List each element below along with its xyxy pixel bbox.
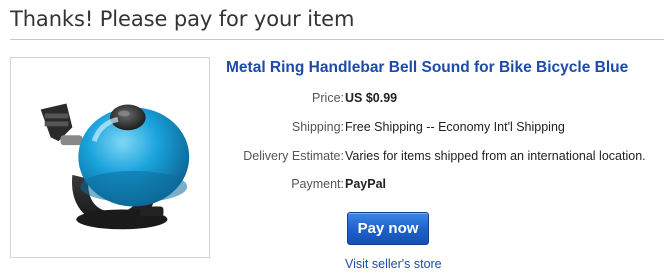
page-title: Thanks! Please pay for your item: [10, 7, 355, 31]
item-title-link[interactable]: Metal Ring Handlebar Bell Sound for Bike…: [226, 59, 628, 77]
payment-value: PayPal: [345, 177, 387, 191]
product-image[interactable]: [10, 57, 210, 258]
delivery-estimate-row: Delivery Estimate: Varies for items ship…: [212, 149, 664, 167]
price-value: US $0.99: [345, 91, 398, 105]
shipping-value: Free Shipping -- Economy Int'l Shipping: [345, 120, 565, 134]
shipping-row: Shipping: Free Shipping -- Economy Int'l…: [212, 120, 664, 138]
price-row: Price: US $0.99: [212, 91, 664, 109]
pay-now-button[interactable]: Pay now: [347, 212, 429, 245]
visit-seller-store-link[interactable]: Visit seller's store: [345, 257, 442, 271]
payment-label: Payment:: [291, 177, 344, 191]
price-label: Price:: [312, 91, 344, 105]
payment-row: Payment: PayPal: [212, 177, 664, 195]
shipping-label: Shipping:: [291, 120, 344, 134]
title-divider: [10, 39, 664, 40]
delivery-estimate-value: Varies for items shipped from an interna…: [345, 149, 646, 163]
bike-bell-icon: [40, 103, 190, 230]
checkout-page: Thanks! Please pay for your item Metal R…: [0, 0, 664, 278]
delivery-estimate-label: Delivery Estimate:: [243, 149, 344, 163]
